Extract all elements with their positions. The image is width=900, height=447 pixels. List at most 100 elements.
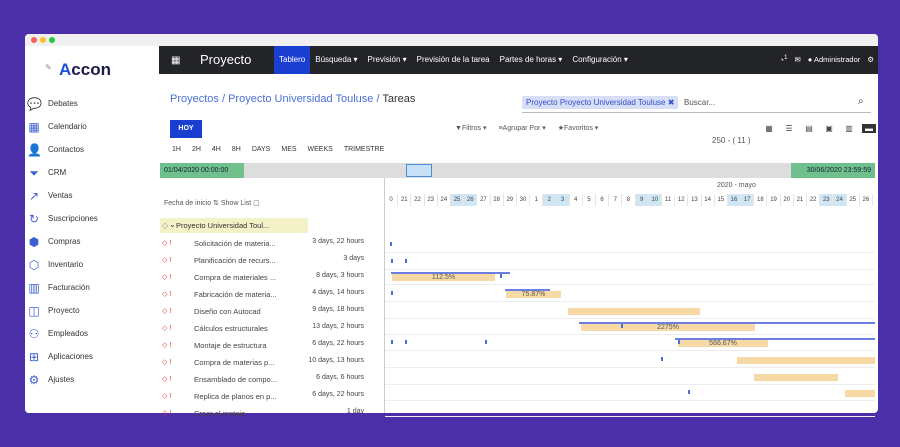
- menu-item-5[interactable]: Configuración ▾: [567, 46, 633, 74]
- zoom-8h[interactable]: 8H: [232, 146, 241, 153]
- gantt-view-icon[interactable]: ▬: [862, 124, 876, 133]
- sidebar-item-aplicaciones[interactable]: ⊞ Aplicaciones: [27, 345, 98, 368]
- favorites-button[interactable]: ★Favoritos ▾: [558, 124, 599, 132]
- task-row[interactable]: ◇ ! Compra de materias p... 10 days, 13 ho…: [160, 354, 384, 371]
- task-marker[interactable]: [661, 357, 663, 361]
- zoom-mes[interactable]: MES: [281, 146, 296, 153]
- task-marker[interactable]: [405, 259, 407, 263]
- filters-button[interactable]: ▼Filtros ▾: [455, 124, 486, 132]
- task-marker[interactable]: [391, 291, 393, 295]
- task-bar[interactable]: [737, 357, 875, 364]
- apps-grid-icon[interactable]: ▦: [171, 55, 180, 66]
- task-marker[interactable]: [390, 242, 392, 246]
- edit-icon[interactable]: ✎: [45, 63, 52, 72]
- priority-icon[interactable]: ◇ !: [162, 392, 171, 400]
- task-bar[interactable]: [754, 374, 838, 381]
- sidebar-item-compras[interactable]: ⬢ Compras: [27, 230, 98, 253]
- task-row[interactable]: ◇ ! Planificación de recurs... 3 days: [160, 252, 384, 269]
- remove-facet-icon[interactable]: ✖: [668, 98, 675, 107]
- priority-icon[interactable]: ◇ !: [162, 256, 171, 264]
- task-marker[interactable]: [405, 340, 407, 344]
- project-group-row[interactable]: ◇ ⌄ Proyecto Universidad Toul...: [160, 218, 308, 233]
- task-marker[interactable]: [485, 340, 487, 344]
- priority-icon[interactable]: ◇ !: [162, 375, 171, 383]
- breadcrumb-projects[interactable]: Proyectos: [170, 93, 219, 105]
- pager[interactable]: 250 - ( 11 ): [712, 136, 751, 145]
- task-marker[interactable]: [500, 274, 502, 278]
- task-row[interactable]: ◇ ! Replica de planos en p... 6 days, 22 h…: [160, 388, 384, 405]
- task-row[interactable]: ◇ ! Compra de materiales ... 8 days, 3 hou…: [160, 269, 384, 286]
- sidebar-item-debates[interactable]: 💬 Debates: [27, 92, 98, 115]
- kanban-view-icon[interactable]: ▦: [762, 124, 776, 133]
- task-bar[interactable]: 566.67%: [678, 340, 768, 347]
- zoom-trimestre[interactable]: TRIMESTRE: [344, 146, 384, 153]
- priority-icon[interactable]: ◇ !: [162, 324, 171, 332]
- task-bar[interactable]: [568, 308, 700, 315]
- sidebar-item-crm[interactable]: ⏷ CRM: [27, 161, 98, 184]
- close-dot[interactable]: [31, 37, 37, 43]
- user-menu[interactable]: ● Administrador: [808, 55, 860, 64]
- group-by-button[interactable]: ≡Agrupar Por ▾: [498, 124, 545, 132]
- task-row[interactable]: ◇ ! Diseño con Autocad 9 days, 18 hours: [160, 303, 384, 320]
- priority-icon[interactable]: ◇ !: [162, 290, 171, 298]
- search-input[interactable]: Buscar...: [684, 98, 715, 107]
- menu-item-4[interactable]: Partes de horas ▾: [495, 46, 568, 74]
- list-view-icon[interactable]: ☰: [782, 124, 796, 133]
- sidebar-item-facturación[interactable]: ▥ Facturación: [27, 276, 98, 299]
- task-bar[interactable]: 112.5%: [392, 274, 495, 281]
- activity-icon[interactable]: ◔1: [779, 54, 787, 65]
- task-marker[interactable]: [391, 259, 393, 263]
- graph-view-icon[interactable]: ▥: [842, 124, 856, 133]
- zoom-weeks[interactable]: WEEKS: [308, 146, 333, 153]
- search-facet[interactable]: Proyecto Proyecto Universidad Touluse ✖: [522, 96, 679, 109]
- priority-icon[interactable]: ◇ !: [162, 273, 171, 281]
- task-row[interactable]: ◇ ! Fabricación de materia... 4 days, 14 h…: [160, 286, 384, 303]
- task-marker[interactable]: [621, 324, 623, 328]
- menu-item-0[interactable]: Tablero: [274, 46, 311, 74]
- priority-icon[interactable]: ◇ !: [162, 307, 171, 315]
- form-view-icon[interactable]: ▤: [802, 124, 816, 133]
- zoom-1h[interactable]: 1H: [172, 146, 181, 153]
- sidebar-item-contactos[interactable]: 👤 Contactos: [27, 138, 98, 161]
- settings-icon[interactable]: ⚙: [867, 55, 874, 64]
- sidebar-item-ajustes[interactable]: ⚙ Ajustes: [27, 368, 98, 391]
- zoom-2h[interactable]: 2H: [192, 146, 201, 153]
- maximize-dot[interactable]: [49, 37, 55, 43]
- task-marker[interactable]: [688, 390, 690, 394]
- priority-icon[interactable]: ◇ !: [162, 409, 171, 417]
- zoom-4h[interactable]: 4H: [212, 146, 221, 153]
- search-icon[interactable]: ⌕: [858, 96, 864, 107]
- today-button[interactable]: HOY: [170, 120, 202, 138]
- zoom-days[interactable]: DAYS: [252, 146, 271, 153]
- task-row[interactable]: ◇ ! Cálculos estructurales 13 days, 2 hour…: [160, 320, 384, 337]
- task-row[interactable]: ◇ ! Crear el mntaje 1 day: [160, 405, 384, 422]
- chevron-down-icon[interactable]: ⌄: [169, 220, 176, 229]
- sidebar-item-inventario[interactable]: ⬡ Inventario: [27, 253, 98, 276]
- priority-icon[interactable]: ◇ !: [162, 239, 171, 247]
- sidebar-item-empleados[interactable]: ⚇ Empleados: [27, 322, 98, 345]
- priority-icon[interactable]: ◇ !: [162, 341, 171, 349]
- messages-icon[interactable]: ✉: [794, 55, 800, 64]
- timeline-window[interactable]: [406, 164, 432, 177]
- sidebar-item-calendario[interactable]: ▦ Calendario: [27, 115, 98, 138]
- show-list-toggle[interactable]: Show List: [221, 200, 251, 207]
- menu-item-2[interactable]: Previsión ▾: [363, 46, 412, 74]
- calendar-view-icon[interactable]: ▣: [822, 124, 836, 133]
- task-marker[interactable]: [678, 340, 680, 344]
- menu-item-1[interactable]: Búsqueda ▾: [310, 46, 362, 74]
- priority-icon[interactable]: ◇ !: [162, 358, 171, 366]
- task-marker[interactable]: [391, 340, 393, 344]
- task-row[interactable]: ◇ ! Montaje de estructura 6 days, 22 hours: [160, 337, 384, 354]
- sidebar-item-suscripciones[interactable]: ↻ Suscripciones: [27, 207, 98, 230]
- menu-item-3[interactable]: Previsión de la tarea: [412, 46, 495, 74]
- task-bar[interactable]: [845, 390, 875, 397]
- minimize-dot[interactable]: [40, 37, 46, 43]
- task-row[interactable]: ◇ ! Solicitación de materia... 3 days, 22 …: [160, 235, 384, 252]
- timeline-slider[interactable]: 01/04/2020 00:00:00 30/06/2020 23:59:59: [160, 163, 875, 178]
- breadcrumb-project[interactable]: Proyecto Universidad Touluse: [228, 93, 373, 105]
- task-bar[interactable]: 2275%: [581, 324, 755, 331]
- task-bar[interactable]: 75.87%: [506, 291, 561, 298]
- sidebar-item-ventas[interactable]: ↗ Ventas: [27, 184, 98, 207]
- sidebar-item-proyecto[interactable]: ◫ Proyecto: [27, 299, 98, 322]
- task-row[interactable]: ◇ ! Ensamblado de compo... 6 days, 6 hours: [160, 371, 384, 388]
